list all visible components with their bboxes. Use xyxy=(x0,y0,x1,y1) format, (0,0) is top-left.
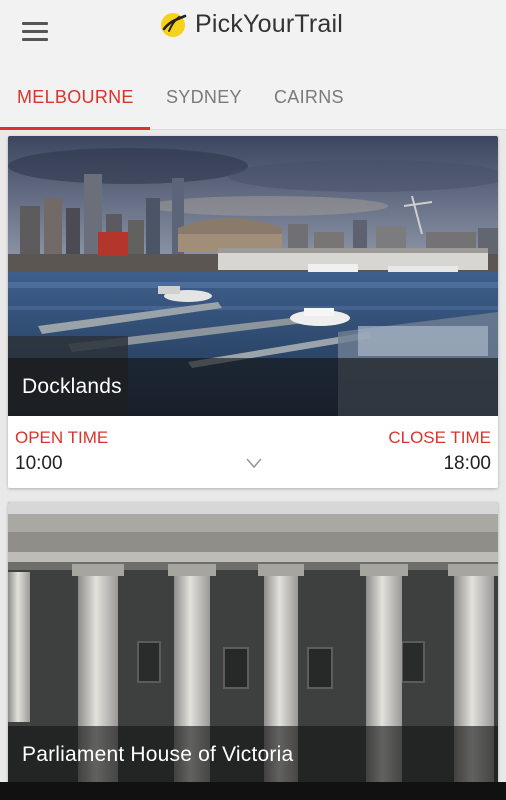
place-image: Docklands xyxy=(8,136,498,416)
active-tab-indicator xyxy=(0,127,150,130)
place-title-bar: Parliament House of Victoria xyxy=(8,726,498,784)
system-nav-bar xyxy=(0,782,506,800)
open-time-label: OPEN TIME xyxy=(15,428,109,447)
tab-cairns[interactable]: CAIRNS xyxy=(274,64,344,130)
place-card[interactable]: Parliament House of Victoria xyxy=(8,502,498,792)
city-tabs: MELBOURNE SYDNEY CAIRNS xyxy=(0,64,506,130)
close-time-value: 18:00 xyxy=(443,453,491,474)
app-bar: PickYourTrail xyxy=(0,0,506,64)
tab-sydney[interactable]: SYDNEY xyxy=(166,64,242,130)
place-image: Parliament House of Victoria xyxy=(8,502,498,792)
place-card[interactable]: Docklands OPEN TIME 10:00 CLOSE TIME 18:… xyxy=(8,136,498,488)
place-hours: OPEN TIME 10:00 CLOSE TIME 18:00 xyxy=(8,416,498,488)
tab-melbourne[interactable]: MELBOURNE xyxy=(17,64,134,130)
place-title: Parliament House of Victoria xyxy=(22,743,294,766)
place-title-bar: Docklands xyxy=(8,358,498,416)
close-time-label: CLOSE TIME xyxy=(388,428,491,447)
logo-icon xyxy=(161,13,187,37)
open-time-value: 10:00 xyxy=(15,453,63,474)
brand: PickYourTrail xyxy=(158,8,343,40)
chevron-down-icon[interactable] xyxy=(245,457,263,469)
place-title: Docklands xyxy=(22,375,122,398)
app-title: PickYourTrail xyxy=(195,9,344,38)
menu-icon[interactable] xyxy=(22,14,56,48)
